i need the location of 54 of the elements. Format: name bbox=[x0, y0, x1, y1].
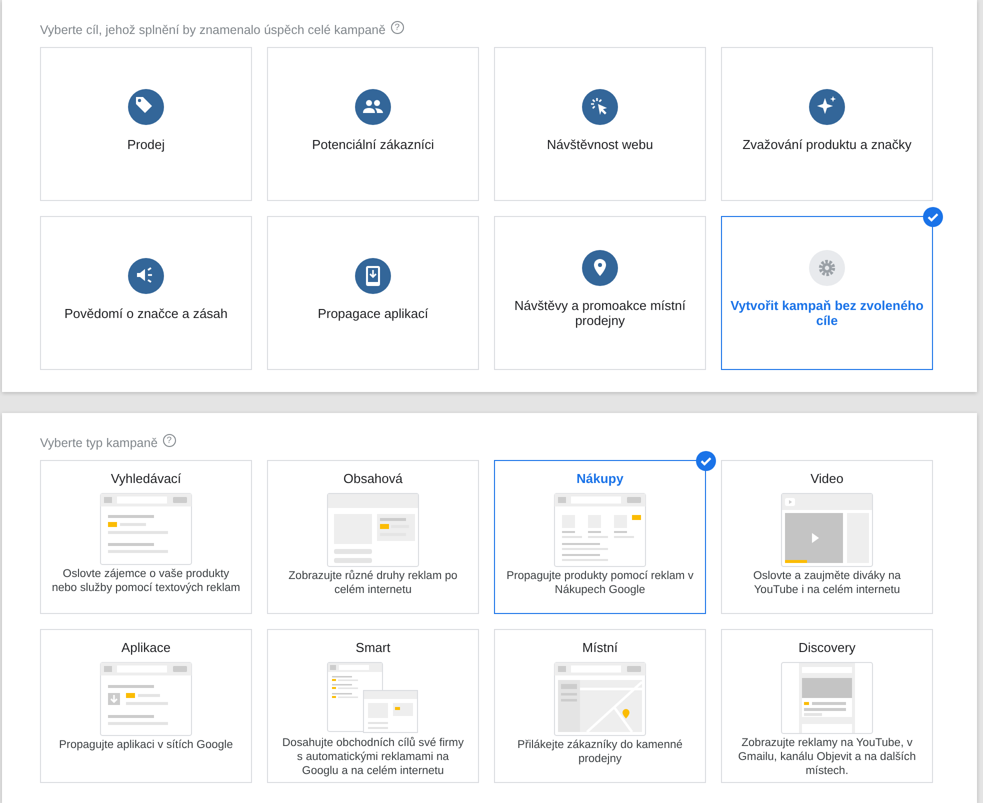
tag-icon bbox=[128, 88, 164, 124]
goal-card[interactable]: Návštěvnost webu bbox=[494, 47, 706, 201]
goal-label: Vytvořit kampaň bez zvoleného cíle bbox=[729, 298, 925, 328]
goal-card[interactable]: Vytvořit kampaň bez zvoleného cíle bbox=[721, 216, 933, 370]
campaign-type-card[interactable]: Smart Dosahujte obchodních cílů své firmy s automatickými reklamami na Googlu a na celém internetu bbox=[267, 629, 479, 783]
goal-label: Návštěvnost webu bbox=[546, 136, 654, 152]
phone-download-icon bbox=[355, 258, 391, 294]
campaign-type-description: Propagujte aplikaci v sítích Google bbox=[59, 738, 233, 752]
campaign-type-card[interactable]: Aplikace Propagujte aplikaci v sítích Google bbox=[40, 629, 252, 783]
campaign-type-description: Zobrazujte různé druhy reklam po celém internetu bbox=[288, 569, 458, 597]
campaign-type-card[interactable]: Obsahová Zobrazujte různé druhy reklam po celém internetu bbox=[267, 460, 479, 614]
campaign-type-card[interactable]: Vyhledávací Oslovte zájemce o vaše produkty nebo služby pomocí textových reklam bbox=[40, 460, 252, 614]
sparkle-icon bbox=[809, 88, 845, 124]
campaign-type-description: Zobrazujte reklamy na YouTube, v Gmailu, kanálu Objevit a na dalších místech. bbox=[737, 736, 917, 778]
check-icon bbox=[923, 207, 943, 227]
campaign-type-title: Video bbox=[810, 470, 844, 488]
campaign-type-description: Dosahujte obchodních cílů své firmy s automatickými reklamami na Googlu a na celém internetu bbox=[281, 736, 465, 778]
campaign-type-description: Oslovte a zaujměte diváky na YouTube i na celém internetu bbox=[752, 569, 902, 597]
campaign-type-title: Aplikace bbox=[121, 639, 171, 657]
check-icon bbox=[696, 451, 716, 471]
goal-card[interactable]: Zvažování produktu a značky bbox=[721, 47, 933, 201]
goal-label: Návštěvy a promoakce místní prodejny bbox=[513, 298, 687, 328]
campaign-type-card[interactable]: Video Oslovte a zaujměte diváky na YouTube i na celém internetu bbox=[721, 460, 933, 614]
campaign-type-title: Místní bbox=[582, 639, 618, 657]
section-title: Vyberte typ kampaně bbox=[40, 436, 158, 450]
megaphone-icon bbox=[128, 258, 164, 294]
goal-card[interactable]: Potenciální zákazníci bbox=[267, 47, 479, 201]
campaign-type-card[interactable]: Místní Přilákejte zákazníky do kamenné prodejny bbox=[494, 629, 706, 783]
cursor-click-icon bbox=[582, 88, 618, 124]
goal-card[interactable]: Návštěvy a promoakce místní prodejny bbox=[494, 216, 706, 370]
campaign-type-title: Discovery bbox=[798, 639, 856, 657]
campaign-type-title: Smart bbox=[356, 639, 390, 657]
campaign-type-title: Nákupy bbox=[576, 470, 624, 488]
help-icon[interactable]: ? bbox=[162, 434, 176, 446]
campaign-type-description: Propagujte produkty pomocí reklam v Nákupech Google bbox=[505, 569, 695, 597]
campaign-type-description: Oslovte zájemce o vaše produkty nebo služby pomocí textových reklam bbox=[51, 567, 241, 595]
goal-card[interactable]: Prodej bbox=[40, 47, 252, 201]
campaign-type-card[interactable]: Nákupy Propagujte produkty pomocí reklam v Nákupech Google bbox=[494, 460, 706, 614]
campaign-type-description: Přilákejte zákazníky do kamenné prodejny bbox=[516, 738, 684, 766]
people-icon bbox=[355, 88, 391, 124]
goal-label: Propagace aplikací bbox=[318, 306, 428, 320]
campaign-type-card[interactable]: Discovery Zobrazujte reklamy na YouTube, v Gmailu, kanálu Objevit a na dalších místech. bbox=[721, 629, 933, 783]
section-title: Vyberte cíl, jehož splnění by znamenalo úspěch celé kampaně bbox=[40, 23, 386, 37]
goal-label: Zvažování produktu a značky bbox=[742, 136, 912, 152]
gear-icon bbox=[809, 250, 845, 286]
campaign-type-title: Obsahová bbox=[343, 470, 403, 488]
goal-card[interactable]: Propagace aplikací bbox=[267, 216, 479, 370]
goal-label: Potenciální zákazníci bbox=[312, 136, 434, 152]
campaign-type-title: Vyhledávací bbox=[110, 470, 182, 488]
help-icon[interactable]: ? bbox=[390, 20, 404, 34]
goal-label: Povědomí o značce a zásah bbox=[64, 306, 228, 320]
location-pin-icon bbox=[582, 250, 618, 286]
goal-label: Prodej bbox=[127, 136, 165, 152]
goal-card[interactable]: Povědomí o značce a zásah bbox=[40, 216, 252, 370]
